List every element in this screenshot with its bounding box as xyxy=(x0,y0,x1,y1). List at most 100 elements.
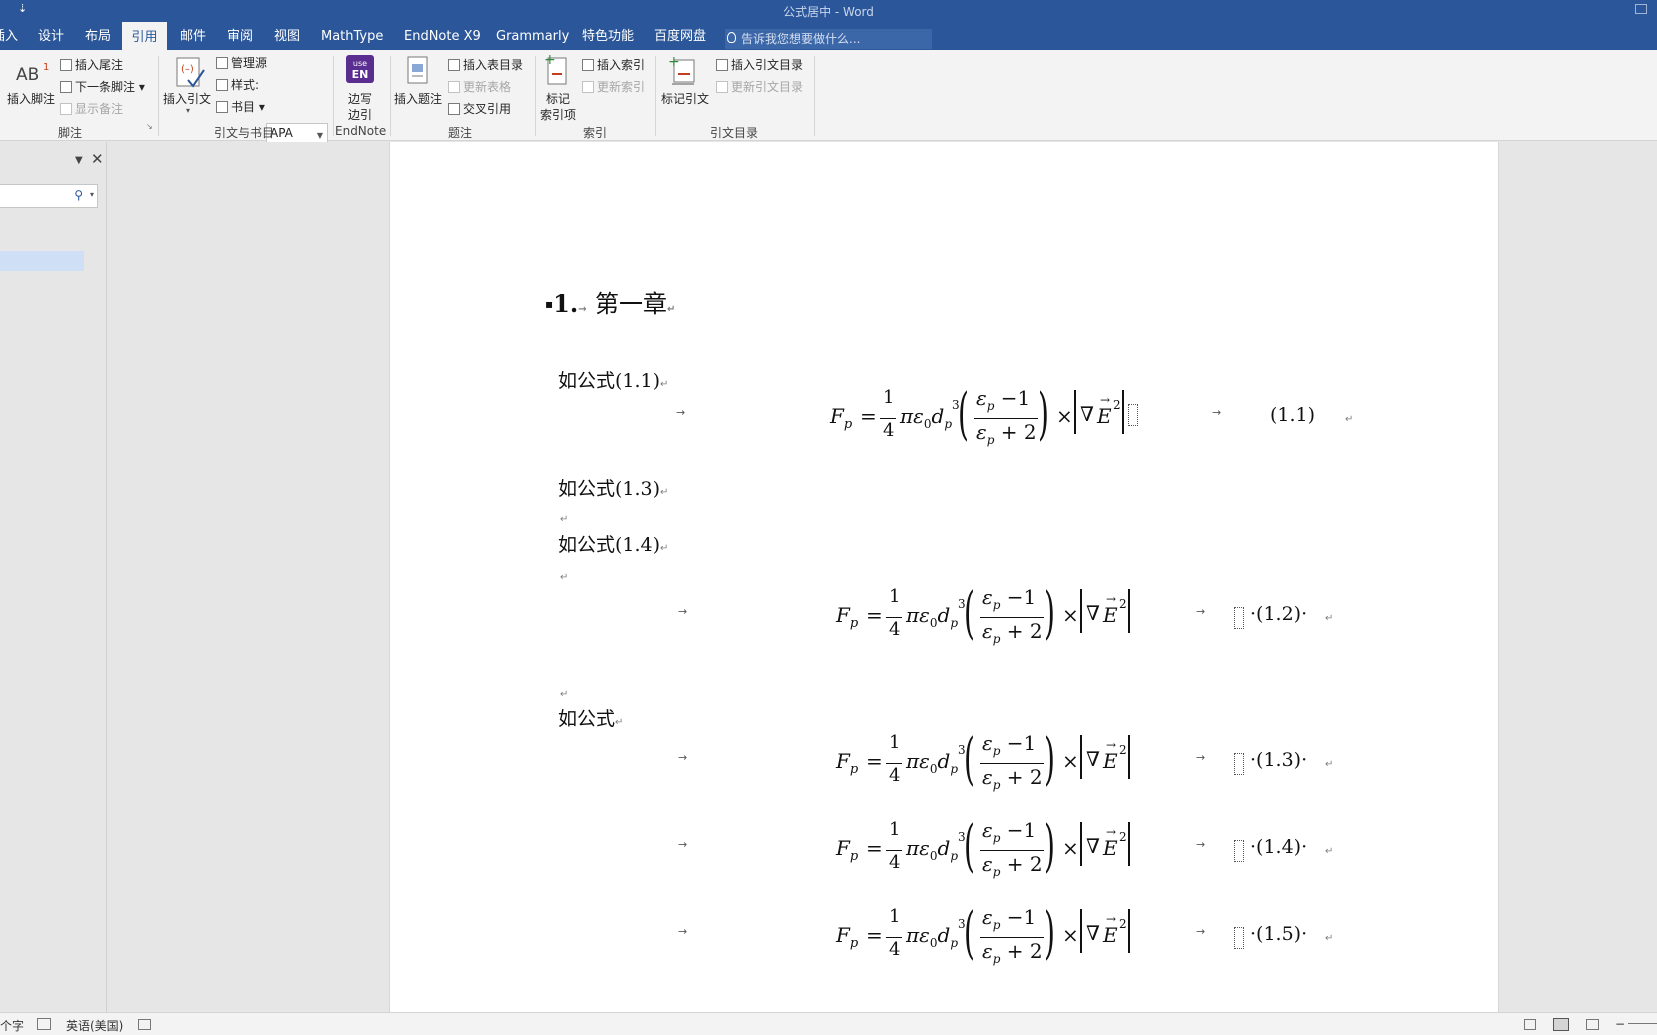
tab-mailings[interactable]: 邮件 xyxy=(180,22,206,50)
footnote-dialog-launcher[interactable]: ↘ xyxy=(146,122,153,131)
show-notes-button[interactable]: 显示备注 xyxy=(60,100,123,117)
document-page[interactable]: ▪1.→ 第一章↵ 如公式(1.1)↵ 如公式(1.3)↵ ↵ 如公式(1.4)… xyxy=(389,142,1499,1012)
next-footnote-label: 下一条脚注 xyxy=(75,80,136,94)
update-index-label: 更新索引 xyxy=(597,80,646,94)
tab-references[interactable]: 引用 xyxy=(122,22,167,50)
paragraph[interactable]: 如公式(1.1)↵ xyxy=(558,366,668,393)
tab-mark: → xyxy=(678,925,688,938)
next-footnote-icon xyxy=(60,81,72,93)
equation-number[interactable]: ·(1.4)· xyxy=(1250,836,1307,858)
paragraph-mark: ↵ xyxy=(1325,759,1334,770)
insert-table-of-figures-button[interactable]: 插入表目录 xyxy=(448,56,523,73)
update-index-button[interactable]: 更新索引 xyxy=(582,78,645,95)
mark-entry-label-2: 索引项 xyxy=(540,108,577,122)
tab-mark: → xyxy=(1212,406,1222,419)
equation-number[interactable]: ·(1.5)· xyxy=(1250,923,1307,945)
equation[interactable]: Fp = 1 4 πε0dp 3 ( εp −1 εp + 2 ) × ∇ E … xyxy=(836,901,1156,973)
chevron-down-icon[interactable]: ▾ xyxy=(90,190,94,199)
read-mode-icon[interactable] xyxy=(1524,1019,1536,1030)
zoom-out-button[interactable]: − xyxy=(1615,1017,1625,1031)
macro-record-icon[interactable] xyxy=(138,1019,151,1030)
next-footnote-button[interactable]: 下一条脚注 ▾ xyxy=(60,78,145,95)
insert-toa-label: 插入引文目录 xyxy=(731,58,804,72)
tab-baidu-netdisk[interactable]: 百度网盘 xyxy=(654,22,706,50)
navigation-search-input[interactable]: ⚲ ▾ xyxy=(0,184,98,208)
ribbon: AB 1 插入脚注 插入尾注 下一条脚注 ▾ 显示备注 脚注 ↘ (–) 插入引… xyxy=(0,50,1657,143)
citation-style-select[interactable]: APA ▼ xyxy=(266,123,328,143)
cross-reference-icon xyxy=(448,103,460,115)
svg-text:use: use xyxy=(353,59,367,68)
tab-special[interactable]: 特色功能 xyxy=(582,22,634,50)
group-endnote: EndNote xyxy=(335,124,387,138)
insert-caption-label: 插入题注 xyxy=(394,92,443,106)
restore-icon[interactable] xyxy=(1635,4,1647,14)
paragraph-mark: ↵ xyxy=(1345,414,1354,425)
insert-caption-icon xyxy=(407,56,428,84)
tell-me-search[interactable]: 告诉我您想要做什么... xyxy=(725,29,932,49)
equation-number[interactable]: (1.1) xyxy=(1270,404,1315,426)
paragraph[interactable]: 如公式(1.4)↵ xyxy=(558,530,668,557)
word-count[interactable]: 个字 xyxy=(0,1017,24,1034)
insert-index-icon xyxy=(582,59,594,71)
heading-1[interactable]: ▪1.→ 第一章↵ xyxy=(545,284,675,319)
paragraph[interactable]: 如公式(1.3)↵ xyxy=(558,474,668,501)
tab-layout[interactable]: 布局 xyxy=(85,22,111,50)
tab-endnote[interactable]: EndNote X9 xyxy=(404,22,481,50)
paragraph-mark: ↵ xyxy=(666,304,676,315)
equation-number[interactable]: ·(1.3)· xyxy=(1250,749,1307,771)
bibliography-button[interactable]: 书目 ▾ xyxy=(216,98,265,115)
search-icon[interactable]: ⚲ xyxy=(74,188,83,202)
paragraph-mark: ↵ xyxy=(660,487,669,498)
language-indicator[interactable]: 英语(美国) xyxy=(66,1017,123,1034)
proofing-icon[interactable] xyxy=(37,1018,51,1030)
empty-paragraph-mark: ↵ xyxy=(560,514,569,525)
tab-grammarly[interactable]: Grammarly xyxy=(496,22,569,50)
zoom-slider[interactable] xyxy=(1628,1023,1657,1024)
close-icon[interactable]: ✕ xyxy=(91,150,104,168)
insert-citation-icon: (–) xyxy=(176,57,205,88)
tab-mathtype[interactable]: MathType xyxy=(321,22,383,50)
bibliography-label: 书目 xyxy=(231,100,256,114)
paragraph-text: 如公式(1.1) xyxy=(558,370,661,392)
update-toa-button[interactable]: 更新引文目录 xyxy=(716,78,803,95)
paragraph[interactable]: 如公式↵ xyxy=(558,704,623,731)
update-toa-icon xyxy=(716,81,728,93)
endnote-icon xyxy=(60,59,72,71)
svg-text:+: + xyxy=(668,54,680,70)
equation[interactable]: Fp = 1 4 πε0dp 3 ( εp −1 εp + 2 ) × ∇ E … xyxy=(836,581,1156,653)
tab-insert[interactable]: 插入 xyxy=(0,22,18,50)
update-table-button[interactable]: 更新表格 xyxy=(448,78,511,95)
web-layout-icon[interactable] xyxy=(1586,1019,1599,1030)
equation[interactable]: Fp = 1 4 πε0dp 3 ( εp −1 εp + 2 ) × ∇ E … xyxy=(836,727,1156,799)
heading-number: 1. xyxy=(553,289,579,318)
field-placeholder-box xyxy=(1128,404,1138,426)
navigation-pane xyxy=(0,142,107,1012)
manage-sources-label: 管理源 xyxy=(231,56,268,70)
insert-index-button[interactable]: 插入索引 xyxy=(582,56,645,73)
insert-citation-label: 插入引文 xyxy=(163,92,212,106)
equation[interactable]: Fp = 1 4 πε0dp 3 ( εp −1 εp + 2 ) × ∇ E … xyxy=(830,382,1150,454)
group-separator xyxy=(535,56,536,136)
title-bar: ⇣ 公式居中 - Word xyxy=(0,0,1657,22)
field-placeholder-box xyxy=(1234,927,1244,949)
style-icon xyxy=(216,79,228,91)
equation[interactable]: Fp = 1 4 πε0dp 3 ( εp −1 εp + 2 ) × ∇ E … xyxy=(836,814,1156,886)
tab-review[interactable]: 审阅 xyxy=(227,22,253,50)
manage-sources-button[interactable]: 管理源 xyxy=(216,54,267,71)
endnote-label-1: 边写 xyxy=(348,92,373,106)
nav-heading-selected[interactable] xyxy=(0,251,84,271)
mark-citation-icon: + xyxy=(668,54,695,85)
equation-number[interactable]: ·(1.2)· xyxy=(1250,603,1307,625)
print-layout-icon[interactable] xyxy=(1553,1018,1569,1031)
cross-reference-button[interactable]: 交叉引用 xyxy=(448,100,511,117)
tab-design[interactable]: 设计 xyxy=(38,22,64,50)
update-table-icon xyxy=(448,81,460,93)
insert-endnote-button[interactable]: 插入尾注 xyxy=(60,56,123,73)
svg-text:EN: EN xyxy=(352,68,369,81)
tab-view[interactable]: 视图 xyxy=(274,22,300,50)
insert-toa-button[interactable]: 插入引文目录 xyxy=(716,56,803,73)
footnote-icon: AB 1 xyxy=(16,62,49,85)
show-notes-icon xyxy=(60,103,72,115)
pane-options-icon[interactable]: ▼ xyxy=(75,155,83,166)
paragraph-mark: ↵ xyxy=(660,379,669,390)
